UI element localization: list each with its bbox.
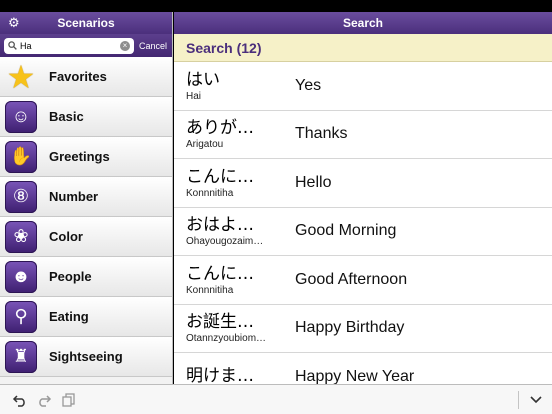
- romaji-text: Ohayougozaim…: [186, 236, 264, 248]
- search-input[interactable]: [20, 40, 116, 51]
- sidebar-item-number[interactable]: ⑧ Number: [0, 177, 172, 217]
- utensils-icon: ⚲: [5, 300, 37, 333]
- list-item[interactable]: お誕生… Otannzyoubiom… Happy Birthday: [174, 305, 552, 353]
- sidebar-header: ⚙ Scenarios: [0, 12, 172, 34]
- search-field[interactable]: ×: [4, 37, 134, 54]
- sidebar-item-label: Favorites: [49, 69, 107, 84]
- clipboard-icon[interactable]: [61, 393, 77, 407]
- list-item[interactable]: はい Hai Yes: [174, 62, 552, 111]
- romaji-text: Otannzyoubiom…: [186, 333, 267, 345]
- sidebar-item-favorites[interactable]: ★ Favorites: [0, 57, 172, 97]
- palette-icon: ❀: [5, 220, 37, 253]
- phrase-japanese: 明けま…: [174, 366, 295, 384]
- list-item[interactable]: 明けま… Happy New Year: [174, 353, 552, 384]
- sidebar-item-greetings[interactable]: ✋ Greetings: [0, 137, 172, 177]
- redo-icon[interactable]: [36, 393, 52, 407]
- sidebar-item-sightseeing[interactable]: ♜ Sightseeing: [0, 337, 172, 377]
- people-icon: ☻: [5, 260, 37, 293]
- romaji-text: Hai: [186, 90, 202, 102]
- sidebar-item-label: People: [49, 269, 92, 284]
- sidebar-item-label: Color: [49, 229, 83, 244]
- number-8-icon: ⑧: [5, 180, 37, 213]
- japanese-text: こんに…: [186, 166, 254, 187]
- sidebar-item-label: Sightseeing: [49, 349, 123, 364]
- romaji-text: Konnnitiha: [186, 284, 234, 296]
- english-text: Yes: [295, 76, 322, 94]
- sidebar-item-label: Basic: [49, 109, 84, 124]
- phrase-japanese: お誕生… Otannzyoubiom…: [174, 312, 295, 344]
- status-bar: [0, 0, 552, 12]
- english-text: Happy Birthday: [295, 319, 405, 337]
- results-list: はい Hai Yes ありが… Arigatou Thanks こんに… Kon…: [174, 62, 552, 384]
- japanese-text: こんに…: [186, 263, 254, 284]
- sidebar-item-label: Greetings: [49, 149, 110, 164]
- phrase-japanese: おはよ… Ohayougozaim…: [174, 215, 295, 247]
- japanese-text: ありが…: [186, 118, 254, 139]
- phrase-japanese: こんに… Konnnitiha: [174, 167, 295, 199]
- hand-icon: ✋: [5, 140, 37, 173]
- japanese-text: お誕生…: [186, 312, 254, 333]
- main-header: Search: [174, 12, 552, 34]
- search-icon: [8, 41, 17, 50]
- sidebar-item-people[interactable]: ☻ People: [0, 257, 172, 297]
- english-text: Happy New Year: [295, 367, 415, 384]
- page-title: Search: [342, 16, 384, 30]
- english-text: Hello: [295, 173, 332, 191]
- list-item[interactable]: ありが… Arigatou Thanks: [174, 111, 552, 159]
- toolbar-divider: [518, 391, 519, 409]
- list-item[interactable]: こんに… Konnnitiha Good Afternoon: [174, 256, 552, 305]
- sidebar-item-label: Number: [49, 189, 99, 204]
- phrase-japanese: ありが… Arigatou: [174, 118, 295, 150]
- sidebar-item-label: Eating: [49, 309, 89, 324]
- japanese-text: 明けま…: [186, 366, 254, 384]
- chevron-down-icon[interactable]: [528, 393, 544, 407]
- landmark-icon: ♜: [5, 340, 37, 373]
- english-text: Good Afternoon: [295, 270, 408, 288]
- list-item[interactable]: おはよ… Ohayougozaim… Good Morning: [174, 208, 552, 256]
- cancel-button[interactable]: Cancel: [139, 41, 167, 51]
- scenario-list: ★ Favorites ☺ Basic ✋ Greetings ⑧ Number…: [0, 57, 172, 377]
- romaji-text: Arigatou: [186, 139, 224, 151]
- gear-icon[interactable]: ⚙: [8, 16, 20, 30]
- search-bar: × Cancel: [0, 34, 172, 57]
- phrase-japanese: はい Hai: [174, 70, 295, 102]
- sidebar-item-color[interactable]: ❀ Color: [0, 217, 172, 257]
- clear-search-icon[interactable]: ×: [120, 40, 130, 51]
- list-item[interactable]: こんに… Konnnitiha Hello: [174, 159, 552, 208]
- results-count-header: Search (12): [174, 34, 552, 62]
- bottom-toolbar: [0, 384, 552, 414]
- english-text: Thanks: [295, 125, 348, 143]
- smiley-icon: ☺: [5, 100, 37, 133]
- japanese-text: はい: [186, 69, 220, 90]
- japanese-text: おはよ…: [186, 215, 254, 236]
- romaji-text: Konnnitiha: [186, 187, 234, 199]
- main-panel: Search Search (12) はい Hai Yes ありが… Ariga…: [174, 12, 552, 384]
- sidebar-item-eating[interactable]: ⚲ Eating: [0, 297, 172, 337]
- results-count: Search (12): [186, 39, 262, 56]
- sidebar-item-basic[interactable]: ☺ Basic: [0, 97, 172, 137]
- sidebar-title: Scenarios: [57, 16, 115, 30]
- english-text: Good Morning: [295, 222, 397, 240]
- star-icon: ★: [6, 58, 36, 95]
- phrase-japanese: こんに… Konnnitiha: [174, 264, 295, 296]
- undo-icon[interactable]: [12, 393, 28, 407]
- sidebar: ⚙ Scenarios × Cancel ★ Favorites ☺ Basic…: [0, 12, 173, 384]
